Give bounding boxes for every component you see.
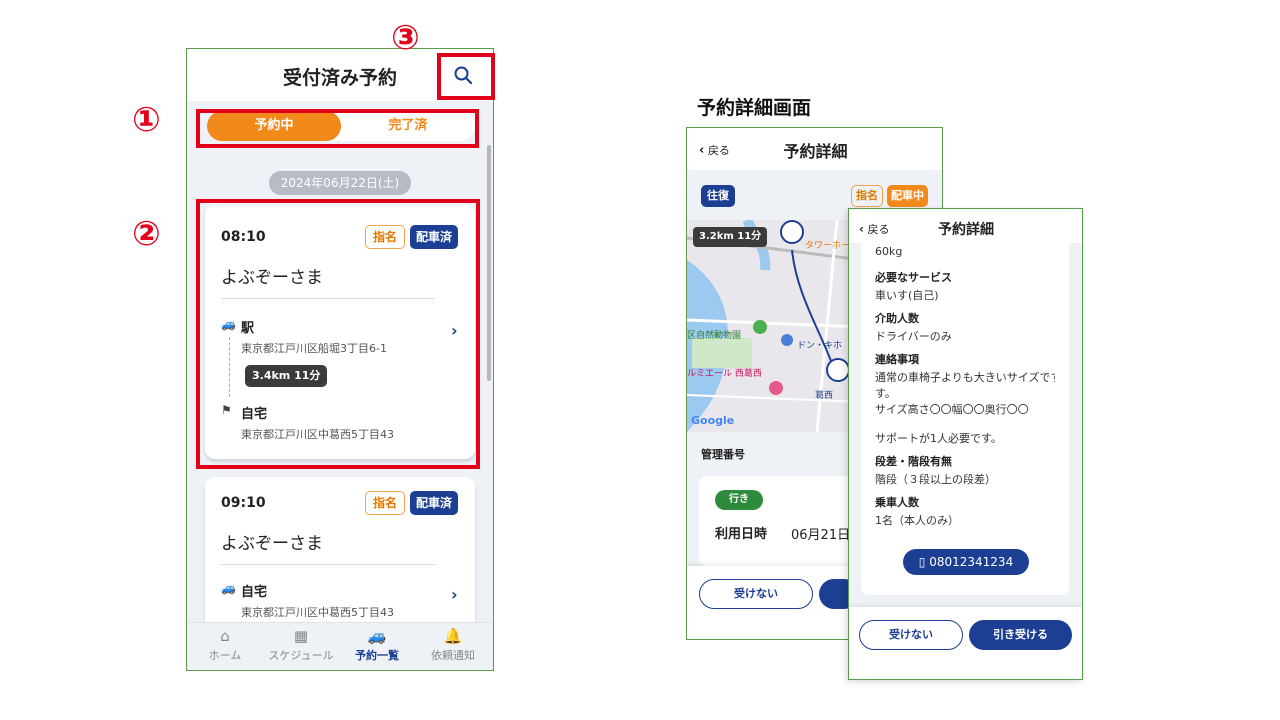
page-title: 予約詳細: [938, 222, 994, 238]
note-line: サポートが1人必要です。: [875, 432, 1002, 445]
from-place-name: 自宅: [241, 585, 268, 600]
weight-value: 60kg: [875, 245, 903, 258]
note-line: す。: [875, 387, 896, 400]
management-number-label: 管理番号: [701, 448, 745, 461]
annotation-box-2: [196, 199, 480, 469]
status-badge: 配車中: [887, 185, 928, 207]
phone-button[interactable]: ▯ 08012341234: [903, 549, 1029, 575]
map-label: 区自然動物園: [687, 331, 742, 341]
reject-button[interactable]: 受けない: [699, 579, 813, 609]
field-label: 乗車人数: [875, 496, 919, 509]
phone-icon: ▯: [918, 555, 926, 569]
annotation-number-2: ②: [132, 214, 161, 254]
google-logo: Google: [691, 414, 735, 427]
trip-type-badge: 往復: [701, 185, 735, 207]
note-line: サイズ高さ〇〇幅〇〇奥行〇〇: [875, 403, 1029, 416]
direction-badge: 行き: [715, 490, 763, 510]
nominated-badge: 指名: [365, 491, 406, 515]
annotation-box-1: [196, 109, 479, 148]
chevron-left-icon: ‹: [859, 222, 864, 236]
field-value: 1名（本人のみ）: [875, 514, 959, 527]
tab-label: 予約一覧: [355, 649, 399, 662]
field-value: 階段（３段以上の段差）: [875, 473, 996, 486]
from-address: 東京都江戸川区中葛西5丁目43: [241, 606, 394, 619]
calendar-icon: ▦: [293, 627, 309, 645]
tab-notifications[interactable]: 🔔 依頼通知: [415, 627, 491, 663]
annotation-box-3: [437, 53, 495, 100]
annotation-number-1: ①: [132, 100, 161, 140]
back-button[interactable]: ‹ 戻る: [859, 221, 889, 237]
scrollbar[interactable]: [487, 145, 491, 381]
map-label: 葛西: [815, 391, 834, 401]
detail-section-heading: 予約詳細画面: [697, 97, 812, 119]
divider: [221, 564, 435, 565]
tab-label: ホーム: [208, 649, 242, 662]
field-value: 車いす(自己): [875, 289, 939, 302]
car-icon: 🚙: [367, 627, 387, 645]
bell-icon: 🔔: [443, 627, 463, 645]
reservation-card[interactable]: 09:10 指名 配車済 よぶぞーさま 🚙 自宅 東京都江戸川区中葛西5丁目43…: [205, 477, 475, 637]
annotation-number-3: ③: [391, 18, 420, 58]
field-label: 必要なサービス: [875, 271, 952, 284]
tab-schedule[interactable]: ▦ スケジュール: [263, 627, 339, 663]
reject-button[interactable]: 受けない: [859, 620, 963, 650]
detail-screen-2: ‹ 戻る 予約詳細 60kg 必要なサービス 車いす(自己) 介助人数 ドライバ…: [848, 208, 1083, 680]
phone-number: 08012341234: [929, 555, 1014, 569]
date-chip: 2024年06月22日(土): [269, 171, 411, 195]
field-label: 介助人数: [875, 312, 919, 325]
field-label: 段差・階段有無: [875, 455, 952, 468]
page-title: 予約詳細: [783, 142, 848, 161]
tab-reservations[interactable]: 🚙 予約一覧: [339, 627, 415, 663]
map-label: ルミエール 西葛西: [687, 369, 762, 379]
tab-label: スケジュール: [268, 649, 334, 662]
nominated-badge: 指名: [851, 185, 883, 207]
distance-badge: 3.2km 11分: [693, 227, 768, 247]
date-value: 06月21日: [791, 528, 851, 543]
pickup-time: 09:10: [221, 495, 266, 511]
field-value: ドライバーのみ: [875, 330, 952, 343]
status-badge: 配車済: [410, 491, 459, 515]
field-label: 連絡事項: [875, 353, 919, 366]
chevron-right-icon[interactable]: ›: [451, 585, 458, 604]
field-value: 通常の車椅子よりも大きいサイズです。: [875, 371, 1055, 384]
home-icon: ⌂: [220, 627, 230, 645]
tab-home[interactable]: ⌂ ホーム: [187, 627, 263, 663]
accept-button[interactable]: 引き受ける: [969, 620, 1072, 650]
map-label: タワーホー: [805, 241, 851, 251]
map-label: ドン・キホ: [797, 341, 843, 351]
date-label: 利用日時: [715, 527, 768, 542]
bottom-tab-bar: ⌂ ホーム ▦ スケジュール 🚙 予約一覧 🔔 依頼通知: [187, 622, 493, 670]
back-label: 戻る: [867, 223, 890, 236]
customer-name: よぶぞーさま: [221, 534, 323, 554]
tab-label: 依頼通知: [431, 649, 475, 662]
car-icon: 🚙: [221, 581, 236, 595]
